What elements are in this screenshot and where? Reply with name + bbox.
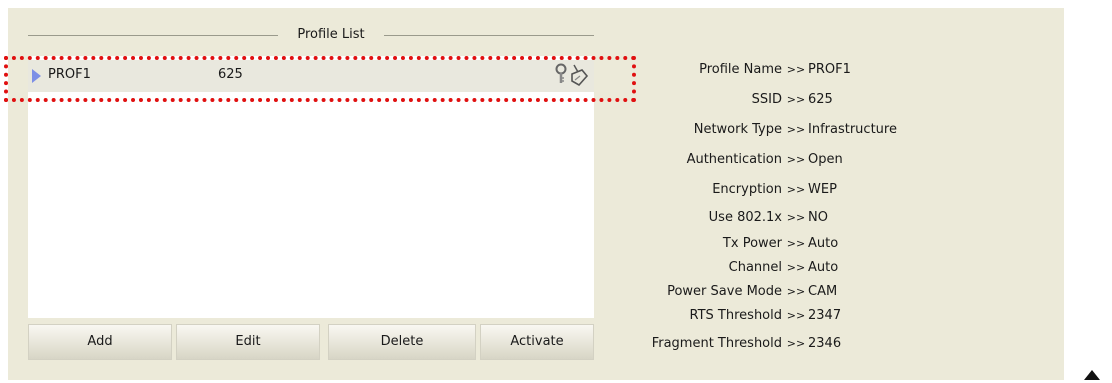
detail-separator: >> [786,211,806,224]
detail-separator: >> [786,93,806,106]
detail-value: WEP [808,182,837,197]
antenna-icon [571,64,589,87]
detail-value: 2347 [808,308,842,323]
profile-button-bar: Add Edit Delete Activate [28,324,594,360]
detail-separator: >> [786,183,806,196]
detail-separator: >> [786,63,806,76]
add-button[interactable]: Add [28,324,172,360]
profile-list-title: Profile List [297,27,365,42]
edit-button[interactable]: Edit [176,324,320,360]
detail-row-use-8021x: Use 802.1x >> NO [600,208,1020,228]
detail-label: Network Type [693,122,782,137]
detail-row-ssid: SSID >> 625 [600,90,1020,110]
detail-separator: >> [786,309,806,322]
detail-label: Encryption [712,182,782,197]
divider [28,35,278,36]
detail-value: CAM [808,284,838,299]
detail-label: RTS Threshold [689,308,782,323]
detail-separator: >> [786,261,806,274]
detail-separator: >> [786,153,806,166]
detail-separator: >> [786,237,806,250]
detail-row-authentication: Authentication >> Open [600,150,1020,170]
detail-value: NO [808,210,828,225]
key-icon [555,63,567,83]
detail-value: 2346 [808,336,842,351]
detail-separator: >> [786,123,806,136]
detail-value: Auto [808,236,839,251]
profile-status-icons [554,63,594,89]
detail-row-rts-threshold: RTS Threshold >> 2347 [600,306,1020,326]
detail-row-encryption: Encryption >> WEP [600,180,1020,200]
detail-separator: >> [786,285,806,298]
detail-value: Auto [808,260,839,275]
detail-row-profile-name: Profile Name >> PROF1 [600,60,1020,80]
detail-row-network-type: Network Type >> Infrastructure [600,120,1020,140]
detail-label: Profile Name [699,62,782,77]
delete-button[interactable]: Delete [328,324,476,360]
detail-label: Use 802.1x [708,210,782,225]
detail-label: Channel [728,260,782,275]
detail-value: Open [808,152,843,167]
detail-value: 625 [808,92,833,107]
detail-separator: >> [786,337,806,350]
detail-row-fragment-threshold: Fragment Threshold >> 2346 [600,334,1020,354]
detail-value: Infrastructure [808,122,897,137]
activate-button[interactable]: Activate [480,324,594,360]
selected-arrow-icon [32,69,41,83]
profile-list[interactable]: PROF1 625 [28,56,594,318]
detail-label: Authentication [686,152,782,167]
detail-row-power-save-mode: Power Save Mode >> CAM [600,282,1020,302]
detail-label: Fragment Threshold [651,336,782,351]
profile-name: PROF1 [48,67,91,82]
profile-list-group-title: Profile List [28,26,594,44]
scroll-up-icon[interactable] [1084,370,1100,380]
detail-row-channel: Channel >> Auto [600,258,1020,278]
detail-label: SSID [751,92,782,107]
divider [384,35,594,36]
detail-row-tx-power: Tx Power >> Auto [600,234,1020,254]
profile-ssid: 625 [218,67,243,82]
detail-label: Tx Power [722,236,782,251]
detail-label: Power Save Mode [667,284,782,299]
detail-value: PROF1 [808,62,851,77]
profile-row[interactable]: PROF1 625 [28,60,594,92]
